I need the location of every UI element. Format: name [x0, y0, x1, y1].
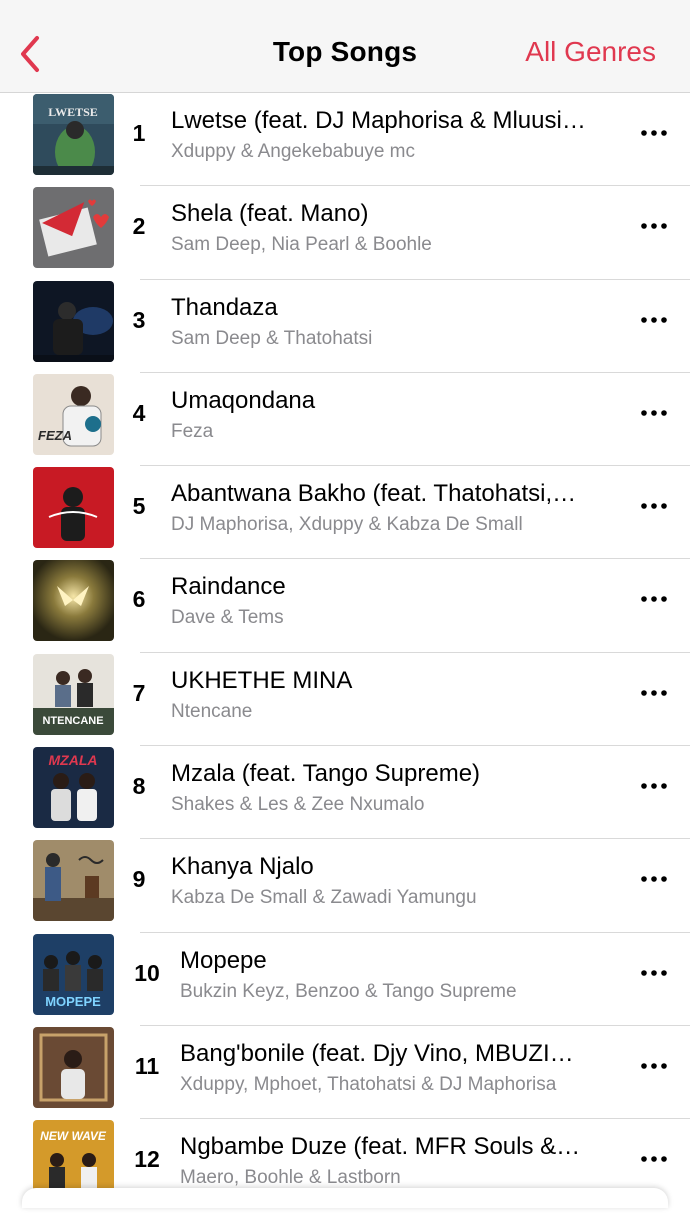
- song-title: UKHETHE MINA: [171, 666, 353, 694]
- svg-text:MZALA: MZALA: [49, 752, 98, 768]
- list-item[interactable]: MZALA 8 Mzala (feat. Tango Supreme) Shak…: [0, 746, 690, 840]
- list-item[interactable]: 3 Thandaza Sam Deep & Thatohatsi: [0, 280, 690, 373]
- ellipsis-icon: [641, 223, 667, 230]
- album-artwork: [33, 467, 114, 549]
- song-list: LWETSE 1 Lwetse (feat. DJ Maphorisa & Ml…: [0, 93, 690, 1213]
- more-button[interactable]: [640, 589, 668, 609]
- list-item[interactable]: LWETSE 1 Lwetse (feat. DJ Maphorisa & Ml…: [0, 93, 690, 187]
- list-item[interactable]: FEZA 4 Umaqondana Feza: [0, 373, 690, 467]
- song-title: Ngbambe Duze (feat. MFR Souls &…: [180, 1133, 581, 1161]
- list-item[interactable]: 2 Shela (feat. Mano) Sam Deep, Nia Pearl…: [0, 186, 690, 280]
- ellipsis-icon: [641, 1156, 667, 1163]
- ellipsis-icon: [641, 1063, 667, 1069]
- album-artwork: [33, 840, 114, 922]
- rank-number: 2: [132, 213, 146, 240]
- more-button[interactable]: [640, 216, 668, 236]
- album-artwork: NTENCANE: [33, 653, 114, 735]
- album-artwork: FEZA: [33, 373, 114, 455]
- svg-text:NEW WAVE: NEW WAVE: [40, 1129, 107, 1143]
- song-title: Abantwana Bakho (feat. Thatohatsi,…: [171, 480, 577, 508]
- album-artwork: LWETSE: [33, 94, 114, 175]
- album-artwork: [33, 560, 114, 642]
- song-artist: Xduppy, Mphoet, Thatohatsi & DJ Maphoris…: [180, 1073, 557, 1095]
- song-title: Mopepe: [180, 946, 267, 974]
- more-button[interactable]: [640, 310, 668, 330]
- list-item[interactable]: 11 Bang'bonile (feat. Djy Vino, MBUZI… X…: [0, 1026, 690, 1120]
- song-artist: Sam Deep, Nia Pearl & Boohle: [171, 234, 432, 256]
- song-title: Khanya Njalo: [171, 853, 314, 881]
- list-item[interactable]: 6 Raindance Dave & Tems: [0, 559, 690, 653]
- song-artist: Feza: [171, 420, 214, 442]
- song-artist: Ntencane: [171, 700, 253, 722]
- song-title: Bang'bonile (feat. Djy Vino, MBUZI…: [180, 1039, 574, 1067]
- rank-number: 4: [132, 399, 146, 426]
- song-title: Thandaza: [171, 293, 278, 321]
- list-item[interactable]: MOPEPE 10 Mopepe Bukzin Keyz, Benzoo & T…: [0, 933, 690, 1026]
- more-button[interactable]: [640, 1056, 668, 1076]
- album-artwork: [33, 280, 114, 362]
- ellipsis-icon: [641, 130, 667, 136]
- more-button[interactable]: [640, 1149, 668, 1169]
- song-title: Shela (feat. Mano): [171, 200, 369, 228]
- song-artist: Bukzin Keyz, Benzoo & Tango Supreme: [180, 980, 517, 1002]
- navigation-bar: Top Songs All Genres: [0, 0, 690, 93]
- ellipsis-icon: [641, 503, 667, 509]
- rank-number: 10: [134, 959, 160, 986]
- mini-player-edge: [22, 1188, 668, 1208]
- song-title: Lwetse (feat. DJ Maphorisa & Mluusi…: [171, 107, 586, 134]
- song-artist: Dave & Tems: [171, 607, 284, 629]
- song-artist: DJ Maphorisa, Xduppy & Kabza De Small: [171, 514, 523, 536]
- ellipsis-icon: [641, 410, 667, 416]
- album-artwork: [33, 187, 114, 269]
- album-artwork: MZALA: [33, 747, 114, 829]
- more-button[interactable]: [640, 963, 668, 983]
- more-button[interactable]: [640, 403, 668, 423]
- rank-number: 12: [134, 1146, 160, 1173]
- song-artist: Maero, Boohle & Lastborn: [180, 1167, 401, 1189]
- song-title: Umaqondana: [171, 386, 316, 414]
- more-button[interactable]: [640, 496, 668, 516]
- rank-number: 11: [134, 1052, 160, 1079]
- song-artist: Xduppy & Angekebabuye mc: [171, 141, 416, 162]
- svg-text:LWETSE: LWETSE: [48, 105, 98, 119]
- more-button[interactable]: [640, 869, 668, 889]
- more-button[interactable]: [640, 683, 668, 703]
- svg-text:MOPEPE: MOPEPE: [45, 994, 101, 1009]
- rank-number: 9: [132, 866, 146, 893]
- rank-number: 6: [132, 586, 146, 613]
- rank-number: 7: [132, 679, 146, 706]
- more-button[interactable]: [640, 123, 668, 143]
- rank-number: 1: [132, 120, 146, 146]
- rank-number: 3: [132, 306, 146, 333]
- list-item[interactable]: 5 Abantwana Bakho (feat. Thatohatsi,… DJ…: [0, 466, 690, 560]
- ellipsis-icon: [641, 969, 667, 976]
- song-artist: Sam Deep & Thatohatsi: [171, 327, 373, 349]
- song-title: Raindance: [171, 573, 286, 601]
- more-button[interactable]: [640, 776, 668, 796]
- ellipsis-icon: [641, 876, 667, 883]
- ellipsis-icon: [641, 783, 667, 789]
- ellipsis-icon: [641, 596, 667, 603]
- rank-number: 5: [132, 493, 146, 520]
- svg-text:NTENCANE: NTENCANE: [42, 715, 103, 727]
- song-artist: Kabza De Small & Zawadi Yamungu: [171, 887, 477, 909]
- list-item[interactable]: 9 Khanya Njalo Kabza De Small & Zawadi Y…: [0, 839, 690, 933]
- svg-text:FEZA: FEZA: [38, 428, 72, 443]
- album-artwork: MOPEPE: [33, 933, 114, 1015]
- song-title: Mzala (feat. Tango Supreme): [171, 760, 481, 788]
- list-item[interactable]: NTENCANE 7 UKHETHE MINA Ntencane: [0, 653, 690, 747]
- rank-number: 8: [132, 773, 146, 800]
- song-artist: Shakes & Les & Zee Nxumalo: [171, 794, 425, 816]
- ellipsis-icon: [641, 689, 667, 696]
- all-genres-button[interactable]: All Genres: [525, 36, 656, 68]
- album-artwork: [33, 1026, 114, 1108]
- ellipsis-icon: [641, 316, 667, 323]
